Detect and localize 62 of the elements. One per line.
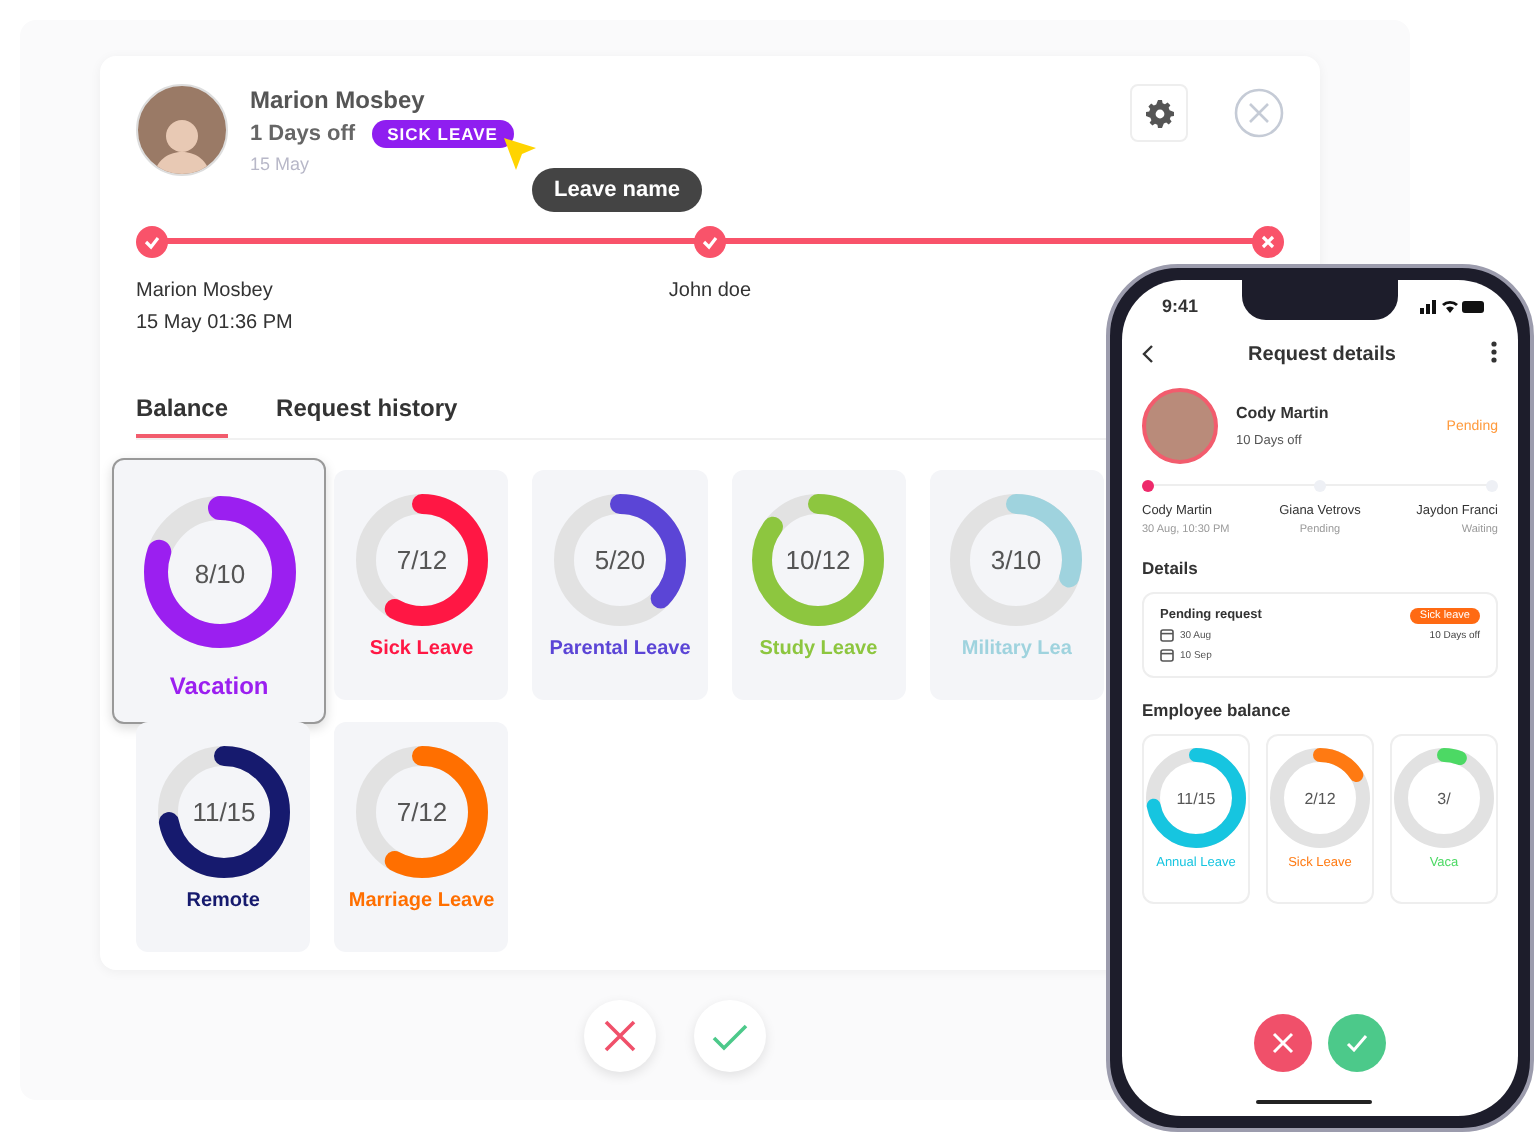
close-icon bbox=[1234, 88, 1284, 138]
approval-time: 15 May 01:36 PM bbox=[136, 312, 293, 334]
person-silhouette-icon bbox=[152, 114, 212, 174]
home-indicator bbox=[1256, 1100, 1372, 1104]
tooltip: Leave name bbox=[532, 168, 702, 212]
balance-card[interactable]: 7/12 Marriage Leave bbox=[334, 722, 509, 952]
balance-card[interactable]: 10/12 Study Leave bbox=[731, 470, 906, 700]
balance-label: Study Leave bbox=[759, 638, 878, 660]
balance-label: Sick Leave bbox=[369, 638, 474, 660]
close-icon bbox=[604, 1020, 636, 1052]
screen-title: Request details bbox=[1248, 344, 1396, 366]
calendar-icon bbox=[1160, 648, 1174, 662]
request-date: 15 May bbox=[250, 154, 312, 174]
balance-card[interactable]: 3/10 Military Lea bbox=[929, 470, 1104, 700]
approve-button[interactable] bbox=[694, 1000, 766, 1072]
employee-name: Cody Martin bbox=[1236, 404, 1331, 422]
balance-card[interactable]: 8/10 Vacation bbox=[112, 458, 327, 724]
tab[interactable]: Balance bbox=[136, 394, 229, 438]
balance-card[interactable]: 7/12 Sick Leave bbox=[334, 470, 509, 700]
employee-name: Marion Mosbey bbox=[250, 86, 427, 114]
approver-name: Marion Mosbey bbox=[136, 280, 273, 302]
check-icon bbox=[712, 1021, 748, 1051]
section-heading: Details bbox=[1142, 558, 1200, 578]
balance-reading: 7/12 bbox=[396, 797, 447, 828]
balance-label: Parental Leave bbox=[549, 638, 691, 660]
more-icon bbox=[1489, 340, 1498, 364]
balance-card[interactable]: 5/20 Parental Leave bbox=[532, 470, 708, 700]
check-icon bbox=[1346, 1034, 1368, 1052]
balance-reading: 11/15 bbox=[191, 797, 255, 828]
check-icon bbox=[699, 232, 720, 252]
approver-name: John doe bbox=[668, 280, 752, 302]
cursor-arrow-icon bbox=[502, 136, 538, 172]
chevron-left-icon bbox=[1142, 344, 1154, 364]
tab[interactable]: Request history bbox=[276, 394, 458, 438]
balance-reading: 10/12 bbox=[785, 545, 851, 576]
close-icon bbox=[1272, 1032, 1294, 1054]
balance-reading: 8/10 bbox=[193, 558, 245, 589]
status-time: 9:41 bbox=[1162, 296, 1199, 316]
settings-icon bbox=[1145, 99, 1173, 127]
approve-button[interactable] bbox=[1328, 1014, 1386, 1072]
balance-reading: 5/20 bbox=[594, 545, 646, 576]
section-heading: Employee balance bbox=[1142, 700, 1293, 720]
balance-reading: 2/12 bbox=[1304, 789, 1336, 808]
balance-card[interactable]: 11/15 Remote bbox=[136, 722, 311, 952]
status-icons-drawing bbox=[1420, 297, 1486, 315]
balance-reading: 11/15 bbox=[1176, 789, 1216, 808]
balance-label: Vacation bbox=[169, 672, 269, 700]
avatar-placeholder bbox=[1142, 388, 1218, 464]
check-icon bbox=[142, 232, 162, 252]
reject-button[interactable] bbox=[584, 1000, 656, 1072]
days-off: 1 Days off bbox=[250, 122, 356, 146]
settings-button[interactable] bbox=[1130, 84, 1188, 142]
balance-reading: 3/ bbox=[1437, 789, 1451, 808]
leave-type-badge: SICK LEAVE bbox=[371, 120, 514, 148]
balance-label: Marriage Leave bbox=[348, 890, 495, 912]
close-icon bbox=[1257, 232, 1278, 252]
calendar-icon bbox=[1160, 628, 1174, 642]
balance-reading: 3/10 bbox=[991, 545, 1043, 576]
balance-reading: 7/12 bbox=[396, 545, 447, 576]
reject-button[interactable] bbox=[1254, 1014, 1312, 1072]
balance-label: Military Lea bbox=[961, 638, 1072, 660]
balance-label: Remote bbox=[186, 890, 260, 912]
